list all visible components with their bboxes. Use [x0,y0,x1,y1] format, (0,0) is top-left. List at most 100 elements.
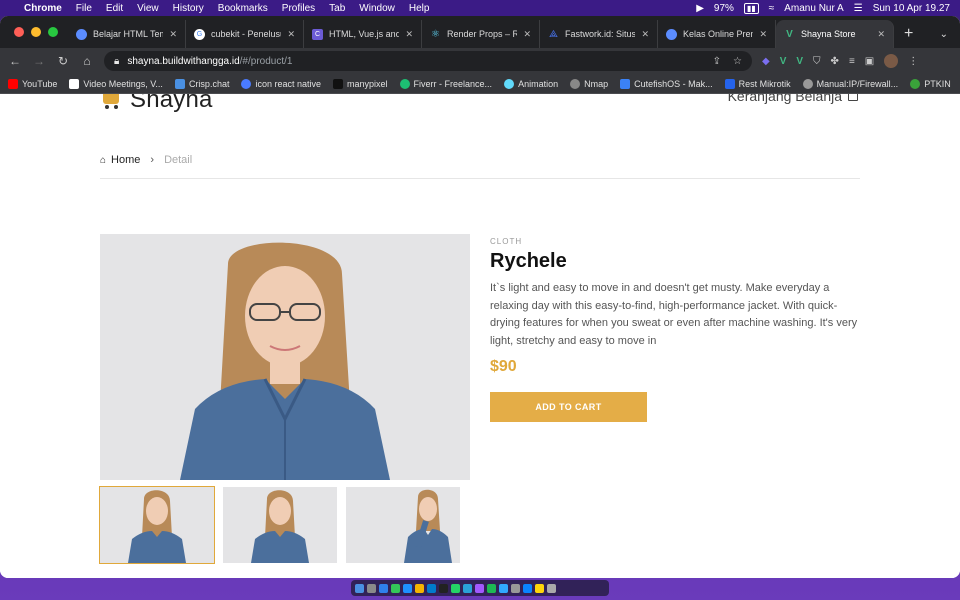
bookmark-manypixel[interactable]: manypixel [333,78,388,89]
tab-label: Render Props – Rea [447,29,518,39]
close-tab-icon[interactable]: ✕ [523,29,531,40]
minimize-window-button[interactable] [31,27,41,37]
bookmark-manual-firewall[interactable]: Manual:IP/Firewall... [802,78,898,89]
breadcrumb-home[interactable]: ⌂ Home [100,154,140,166]
tab-search-icon[interactable]: ⌄ [928,20,960,48]
close-tab-icon[interactable]: ✕ [877,29,885,40]
tab-kelas-online[interactable]: Kelas Online Premi ✕ [658,20,776,48]
tab-html-vue[interactable]: C HTML, Vue.js and R ✕ [304,20,422,48]
shield-icon[interactable]: ⛉ [813,56,821,67]
tab-google-search[interactable]: G cubekit - Penelusur ✕ [186,20,304,48]
tab-label: Fastwork.id: Situs F [565,29,636,39]
tab-fastwork[interactable]: ⟁ Fastwork.id: Situs F ✕ [540,20,658,48]
cart-link[interactable]: Keranjang Belanja [728,94,858,104]
forward-icon[interactable]: → [32,54,46,68]
person-thumbnail-image [223,487,337,563]
product-thumbnail-3[interactable] [346,487,460,563]
bookmark-animation[interactable]: Animation [504,78,558,89]
menu-help[interactable]: Help [409,3,430,14]
play-icon[interactable]: ▶ [696,3,704,14]
url-path: /#/product/1 [239,55,293,67]
menu-bookmarks[interactable]: Bookmarks [218,3,268,14]
react-icon [504,78,515,89]
bookmark-icon-react-native[interactable]: icon react native [241,78,321,89]
finder-icon[interactable] [355,583,364,593]
vue-devtools-alt-icon[interactable]: V [796,56,803,67]
trash-icon[interactable] [547,583,556,593]
bookmark-fiverr[interactable]: Fiverr - Freelance... [399,78,492,89]
battery-icon[interactable]: ▮▮ [743,2,759,14]
crisp-icon [174,78,185,89]
person-portrait-illustration [100,234,470,480]
tab-shayna-store[interactable]: V Shayna Store ✕ [776,20,894,48]
menu-window[interactable]: Window [359,3,395,14]
close-tab-icon[interactable]: ✕ [405,29,413,40]
bookmark-ptkin[interactable]: PTKIN [910,78,951,89]
spotify-icon[interactable] [487,583,496,593]
product-thumbnail-1[interactable] [99,486,215,564]
menu-view[interactable]: View [137,3,159,14]
bookmark-youtube[interactable]: YouTube [8,78,57,89]
app-store-icon[interactable] [523,583,532,593]
bookmark-star-icon[interactable]: ☆ [733,56,742,67]
menu-edit[interactable]: Edit [106,3,123,14]
mikrotik-icon [724,78,735,89]
safari-icon[interactable] [379,583,388,593]
new-tab-button[interactable]: + [894,20,923,48]
mail-icon[interactable] [403,583,412,593]
site-logo[interactable]: Shayna [100,94,213,114]
whatsapp-icon[interactable] [451,583,460,593]
tab-label: Shayna Store [801,29,856,39]
control-center-icon[interactable]: ☰ [854,3,863,14]
breadcrumb: ⌂ Home › Detail [100,154,860,179]
close-tab-icon[interactable]: ✕ [287,29,295,40]
menu-file[interactable]: File [76,3,92,14]
lock-icon[interactable]: 🔒︎ [114,56,119,67]
product-main-image [100,234,470,480]
reload-icon[interactable]: ↻ [56,54,70,68]
launchpad-icon[interactable] [367,583,376,593]
tab-belajar-html[interactable]: Belajar HTML Temp ✕ [68,20,186,48]
extension-badge-icon[interactable]: ◆ [762,56,770,67]
figma-icon[interactable] [475,583,484,593]
bookmark-crisp[interactable]: Crisp.chat [174,78,229,89]
profile-avatar[interactable] [884,54,899,68]
address-bar[interactable]: 🔒︎ shayna.buildwithangga.id/#/product/1 … [104,51,752,71]
photoshop-icon[interactable] [499,583,508,593]
back-icon[interactable]: ← [8,54,22,68]
notes-icon[interactable] [535,583,544,593]
settings-icon[interactable] [511,583,520,593]
sidepanel-icon[interactable]: ▣ [865,56,874,67]
chrome-menu-icon[interactable]: ⋮ [908,56,918,67]
datetime[interactable]: Sun 10 Apr 19.27 [873,3,950,14]
product-thumbnail-2[interactable] [223,487,337,563]
chrome-icon[interactable] [415,583,424,593]
close-window-button[interactable] [14,27,24,37]
home-icon[interactable]: ⌂ [80,54,94,68]
vscode-icon[interactable] [427,583,436,593]
wifi-icon[interactable]: ≈ [769,3,775,14]
share-icon[interactable]: ⇪ [713,56,721,67]
vue-devtools-icon[interactable]: V [780,56,787,67]
menu-profiles[interactable]: Profiles [282,3,315,14]
messages-icon[interactable] [391,583,400,593]
reading-list-icon[interactable]: ≡ [849,56,855,67]
terminal-icon[interactable] [439,583,448,593]
bookmark-cutefishos[interactable]: CutefishOS - Mak... [620,78,713,89]
menu-history[interactable]: History [173,3,204,14]
extensions-area: ◆ V V ⛉ ✤ ≡ ▣ ⋮ [762,54,918,68]
telegram-icon[interactable] [463,583,472,593]
zoom-window-button[interactable] [48,27,58,37]
bookmark-nmap[interactable]: Nmap [570,78,608,89]
user-name[interactable]: Amanu Nur A [784,3,843,14]
bookmark-rest-mikrotik[interactable]: Rest Mikrotik [724,78,791,89]
extensions-puzzle-icon[interactable]: ✤ [831,56,839,67]
menu-tab[interactable]: Tab [329,3,345,14]
add-to-cart-button[interactable]: ADD TO CART [490,392,647,422]
close-tab-icon[interactable]: ✕ [641,29,649,40]
bookmark-video-meetings[interactable]: Video Meetings, V... [69,78,163,89]
tab-render-props[interactable]: ⚛ Render Props – Rea ✕ [422,20,540,48]
close-tab-icon[interactable]: ✕ [759,29,767,40]
close-tab-icon[interactable]: ✕ [169,29,177,40]
app-menu[interactable]: Chrome [24,3,62,14]
